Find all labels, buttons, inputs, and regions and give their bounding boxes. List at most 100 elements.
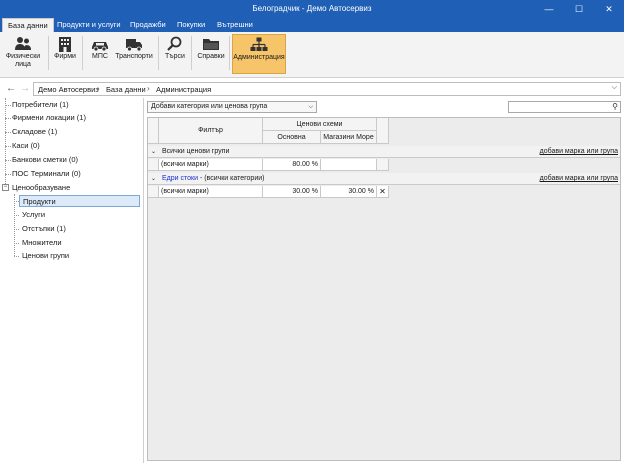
tree-item-multipliers[interactable]: Множители <box>22 237 62 249</box>
chevron-right-icon: › <box>97 84 100 93</box>
ribbon-separator <box>158 36 159 70</box>
price-main-cell[interactable]: 80.00 % <box>263 159 321 171</box>
people-icon <box>15 37 31 50</box>
car-icon <box>92 42 108 52</box>
price-main-cell[interactable]: 30.00 % <box>263 186 321 198</box>
tab-purchases[interactable]: Покупки <box>172 18 210 32</box>
ribbon-tabs: База данни Продукти и услуги Продажби По… <box>0 18 624 32</box>
group-title-rest: - (всички категории) <box>198 175 265 182</box>
breadcrumb[interactable]: Демо Автосервиз › База данни › Администр… <box>33 82 621 96</box>
close-button[interactable]: ✕ <box>594 0 624 18</box>
tree-line <box>14 194 15 256</box>
tree-item-users[interactable]: Потребители (1) <box>12 99 69 111</box>
firms-label: Фирми <box>54 53 76 60</box>
tree-line <box>5 132 11 133</box>
minimize-button[interactable]: — <box>534 0 564 18</box>
breadcrumb-item[interactable]: Администрация <box>156 85 211 94</box>
address-bar: ← → Демо Автосервиз › База данни › Админ… <box>0 80 624 98</box>
tree-item-pos-terminals[interactable]: ПОС Терминали (0) <box>12 168 81 180</box>
add-category-combo[interactable]: Добави категория или ценова група ⌵ <box>147 101 317 113</box>
price-shop-cell[interactable]: 30.00 % <box>321 186 377 198</box>
search-input[interactable]: ⚲ <box>508 101 621 113</box>
tree-line <box>14 243 19 244</box>
tree-item-warehouses[interactable]: Складове (1) <box>12 126 57 138</box>
tree-line <box>14 229 19 230</box>
folder-icon <box>203 39 219 50</box>
group-title: Всички ценови групи <box>162 148 230 155</box>
truck-icon <box>126 39 142 52</box>
row-gutter <box>148 159 159 171</box>
tree-line <box>5 160 11 161</box>
transports-label: Транспорти <box>115 53 153 60</box>
chevron-right-icon: › <box>147 84 150 93</box>
table-row: (всички марки) 30.00 % 30.00 % ✕ <box>148 186 620 198</box>
chevron-down-icon: ⌵ <box>308 104 313 110</box>
title-bar: Белоградчик - Демо Автосервиз — ☐ ✕ <box>0 0 624 18</box>
reports-label: Справки <box>197 53 225 60</box>
header-col-main: Основна <box>263 131 321 144</box>
maximize-button[interactable]: ☐ <box>564 0 594 18</box>
tab-sales[interactable]: Продажби <box>125 18 171 32</box>
tree-line <box>14 256 19 257</box>
header-price-schemes: Ценови схеми <box>263 118 377 131</box>
forward-arrow-icon[interactable]: → <box>18 82 32 96</box>
administration-label: Администрация <box>233 54 285 61</box>
navigation-tree: Потребители (1) Фирмени локации (1) Скла… <box>0 98 144 463</box>
header-col-shop: Магазини Море <box>321 131 377 144</box>
group-title-link[interactable]: Едри стоки <box>162 175 198 182</box>
magnifier-icon <box>167 36 182 51</box>
remove-icon[interactable]: ✕ <box>377 186 389 198</box>
building-icon <box>59 37 71 52</box>
transports-button[interactable]: Транспорти <box>114 34 154 74</box>
ribbon-separator <box>229 36 230 70</box>
vehicles-button[interactable]: МПС <box>86 34 114 74</box>
search-label: Търси <box>165 53 185 60</box>
search-button[interactable]: Търси <box>162 34 188 74</box>
tree-line <box>5 174 11 175</box>
add-brand-or-group-link[interactable]: добави марка или група <box>540 148 618 155</box>
ribbon-separator <box>48 36 49 70</box>
search-icon: ⚲ <box>612 102 618 111</box>
chevron-down-icon[interactable]: ⌄ <box>151 148 156 155</box>
tab-database[interactable]: База данни <box>2 18 54 32</box>
reports-button[interactable]: Справки <box>195 34 227 74</box>
tree-line <box>5 146 11 147</box>
tree-item-price-groups[interactable]: Ценови групи <box>22 250 69 262</box>
table-row: (всички марки) 80.00 % <box>148 159 620 171</box>
vehicles-label: МПС <box>92 53 108 60</box>
org-chart-icon <box>250 37 268 51</box>
row-gutter <box>148 186 159 198</box>
collapse-icon[interactable]: − <box>2 184 9 191</box>
tree-item-pricing[interactable]: Ценообразуване <box>12 182 70 194</box>
add-brand-or-group-link[interactable]: добави марка или група <box>540 175 618 182</box>
firms-button[interactable]: Фирми <box>52 34 78 74</box>
tree-item-products[interactable]: Продукти <box>19 195 140 207</box>
chevron-down-icon[interactable]: ⌵ <box>612 84 617 92</box>
ribbon: Физически лица Фирми МПС Транспорти Търс… <box>0 32 624 78</box>
administration-button[interactable]: Администрация <box>232 34 286 74</box>
breadcrumb-item[interactable]: Демо Автосервиз <box>38 85 99 94</box>
row-filter-cell: (всички марки) <box>159 159 263 171</box>
tree-item-services[interactable]: Услуги <box>22 209 45 221</box>
row-spacer <box>377 159 389 171</box>
price-shop-cell[interactable] <box>321 159 377 171</box>
pricing-pane: Добави категория или ценова група ⌵ ⚲ Фи… <box>145 98 624 463</box>
tree-item-locations[interactable]: Фирмени локации (1) <box>12 112 86 124</box>
ribbon-separator <box>191 36 192 70</box>
physical-persons-label: Физически лица <box>5 53 41 68</box>
tree-item-discounts[interactable]: Отстъпки (1) <box>22 223 66 235</box>
physical-persons-button[interactable]: Физически лица <box>2 34 44 74</box>
tree-item-bank-accounts[interactable]: Банкови сметки (0) <box>12 154 78 166</box>
group-row: ⌄ Едри стоки - (всички категории) добави… <box>148 173 620 185</box>
tree-line <box>5 105 11 106</box>
back-arrow-icon[interactable]: ← <box>4 82 18 96</box>
chevron-down-icon[interactable]: ⌄ <box>151 175 156 182</box>
tab-products-services[interactable]: Продукти и услуги <box>52 18 126 32</box>
combo-value: Добави категория или ценова група <box>151 103 268 110</box>
tree-item-cash-desks[interactable]: Каси (0) <box>12 140 40 152</box>
pricing-grid: Филтър Ценови схеми Основна Магазини Мор… <box>147 117 621 461</box>
breadcrumb-item[interactable]: База данни <box>106 85 146 94</box>
tab-internal[interactable]: Вътрешни <box>212 18 258 32</box>
header-spacer <box>377 118 389 144</box>
ribbon-separator <box>82 36 83 70</box>
